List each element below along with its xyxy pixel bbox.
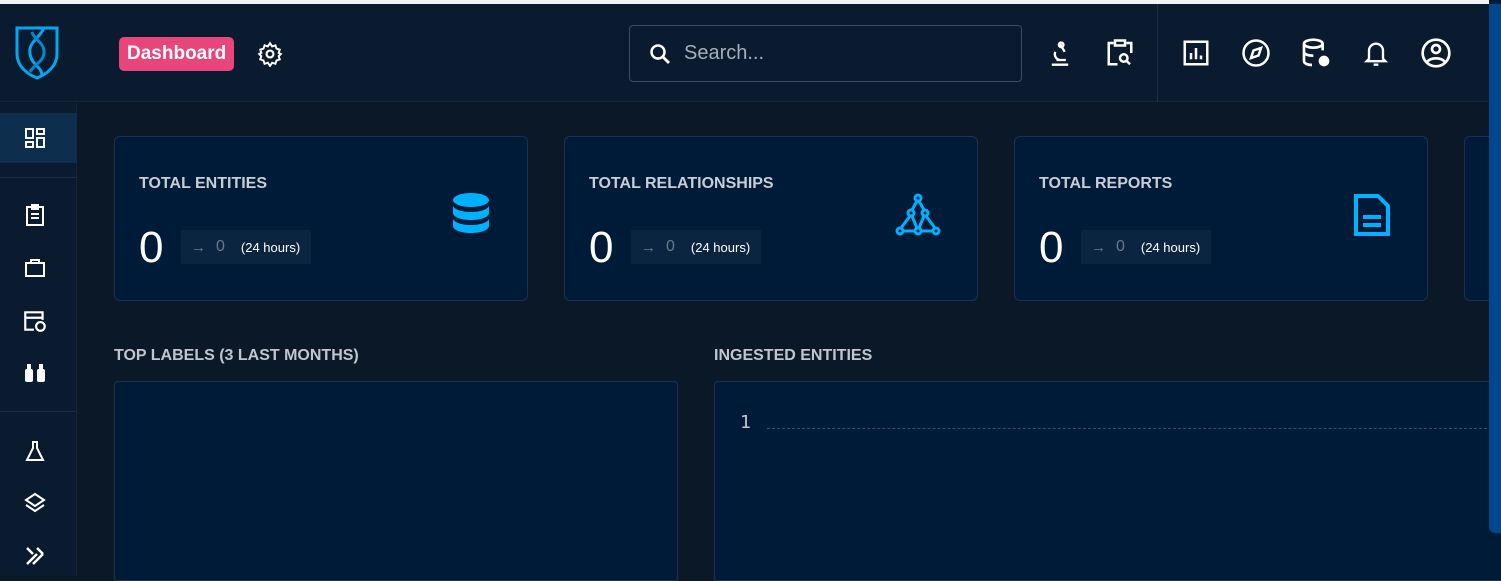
sidebar-item-observations[interactable] xyxy=(0,348,77,398)
calendar-clock-icon xyxy=(23,311,46,332)
delta-period: (24 hours) xyxy=(240,239,301,255)
clipboard-search-icon[interactable] xyxy=(1104,37,1136,69)
card-delta: → 0 (24 hours) xyxy=(181,230,311,264)
y-tick-label: 1 xyxy=(740,412,751,433)
bar-chart-icon[interactable] xyxy=(1180,37,1212,69)
search-input[interactable] xyxy=(684,42,984,65)
delta-period: (24 hours) xyxy=(1140,239,1201,255)
sidebar-item-techniques[interactable] xyxy=(0,531,77,581)
database-cog-icon[interactable] xyxy=(1300,37,1332,69)
sidebar-item-analyses[interactable] xyxy=(0,190,77,240)
card-delta: → 0 (24 hours) xyxy=(1081,230,1211,264)
sidebar xyxy=(0,103,77,576)
account-icon[interactable] xyxy=(1420,37,1452,69)
delta-value: 0 xyxy=(216,238,225,255)
ingested-entities-chart: 1 xyxy=(714,381,1501,581)
graph-icon xyxy=(895,193,941,244)
top-labels-panel xyxy=(114,381,678,581)
flask-icon xyxy=(24,441,45,461)
sidebar-item-dashboard[interactable] xyxy=(0,113,77,163)
top-bar: Dashboard xyxy=(0,4,1489,102)
compass-icon[interactable] xyxy=(1240,37,1272,69)
layers-icon xyxy=(23,492,46,513)
search-input-wrapper[interactable] xyxy=(629,25,1022,82)
card-total-relationships: TOTAL RELATIONSHIPS 0 → 0 (24 hours) xyxy=(564,136,978,301)
sidebar-item-arsenal[interactable] xyxy=(0,478,77,528)
logo-icon[interactable] xyxy=(14,24,60,85)
card-title: TOTAL ENTITIES xyxy=(139,175,268,192)
card-delta: → 0 (24 hours) xyxy=(631,230,761,264)
card-total-entities: TOTAL ENTITIES 0 → 0 (24 hours) xyxy=(114,136,528,301)
delta-value: 0 xyxy=(666,238,675,255)
sidebar-item-cases[interactable] xyxy=(0,243,77,293)
gear-icon[interactable] xyxy=(257,41,283,72)
tools-icon xyxy=(25,547,44,565)
delta-value: 0 xyxy=(1116,238,1125,255)
search-icon xyxy=(650,43,670,64)
briefcase-icon xyxy=(24,259,45,277)
bell-icon[interactable] xyxy=(1360,37,1392,69)
card-title: TOTAL RELATIONSHIPS xyxy=(589,175,774,192)
dashboard-icon xyxy=(24,128,45,148)
card-value: 0 xyxy=(1039,223,1064,272)
dashboard-badge[interactable]: Dashboard xyxy=(119,37,235,71)
top-labels-title: TOP LABELS (3 LAST MONTHS) xyxy=(114,347,359,364)
card-total-reports: TOTAL REPORTS 0 → 0 (24 hours) xyxy=(1014,136,1428,301)
file-document-icon xyxy=(1353,193,1391,242)
arrow-right-icon: → xyxy=(641,238,656,256)
scrollbar-thumb[interactable] xyxy=(1489,4,1501,533)
arrow-right-icon: → xyxy=(191,238,206,256)
card-value: 0 xyxy=(589,223,614,272)
clipboard-icon xyxy=(25,204,44,226)
gridline xyxy=(767,428,1487,429)
delta-period: (24 hours) xyxy=(690,239,751,255)
card-value: 0 xyxy=(139,223,164,272)
arrow-right-icon: → xyxy=(1091,238,1106,256)
binoculars-icon xyxy=(24,364,45,382)
card-title: TOTAL REPORTS xyxy=(1039,175,1173,192)
microscope-icon[interactable] xyxy=(1044,37,1076,69)
sidebar-item-threats[interactable] xyxy=(0,426,77,476)
sidebar-item-events[interactable] xyxy=(0,296,77,346)
ingested-entities-title: INGESTED ENTITIES xyxy=(714,347,873,364)
toolbar-divider xyxy=(1157,4,1158,102)
database-icon xyxy=(451,193,491,240)
